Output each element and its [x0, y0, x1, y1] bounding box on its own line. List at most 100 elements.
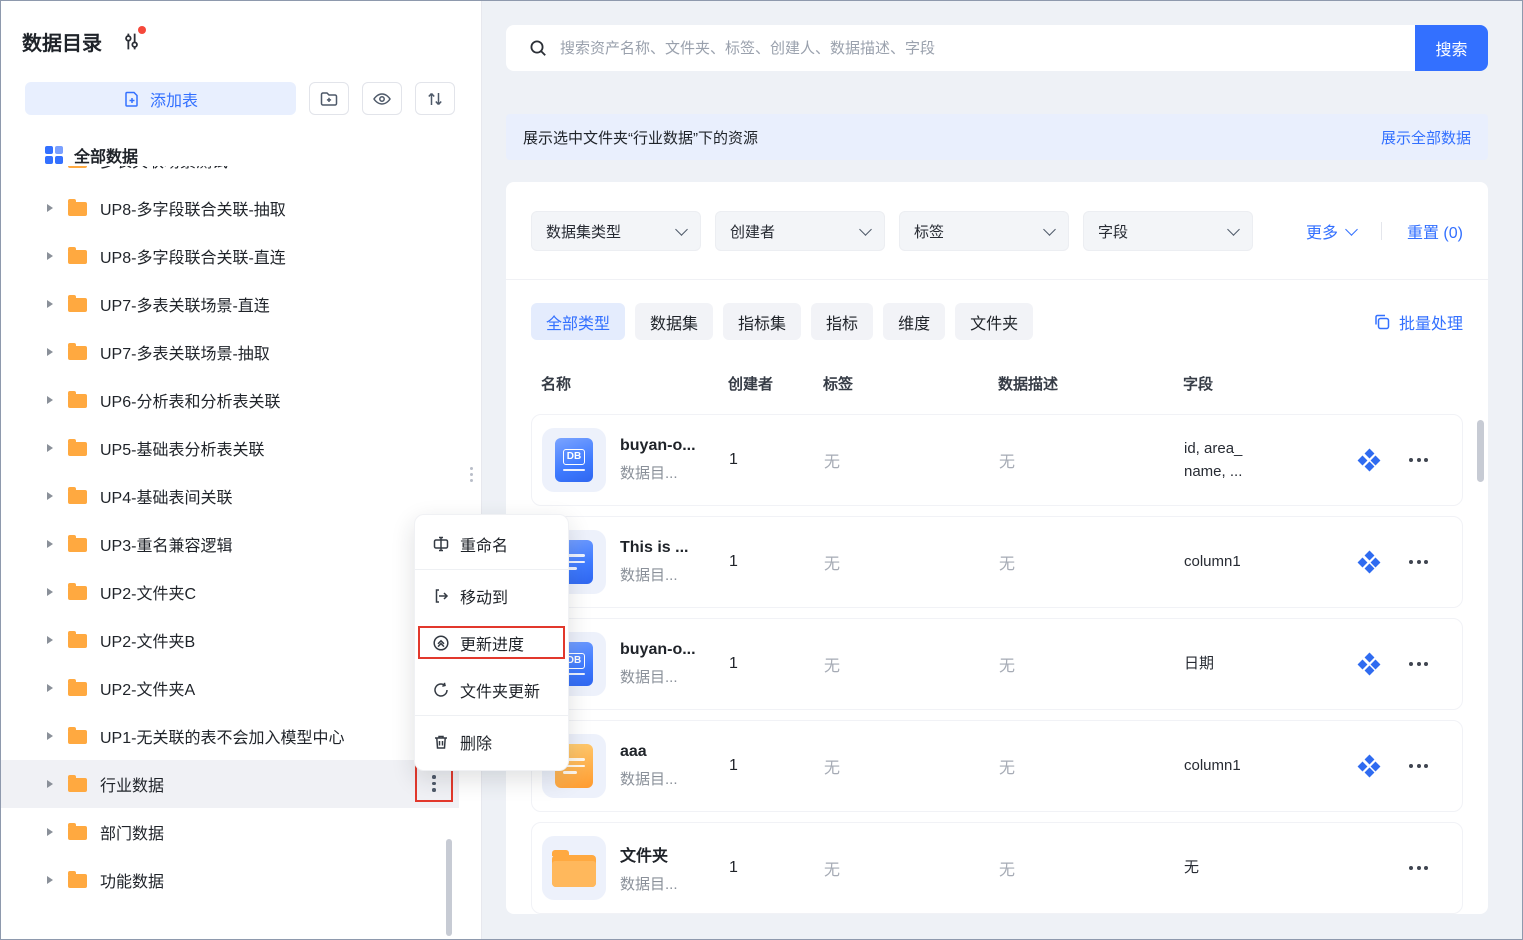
chevron-right-icon[interactable] [47, 876, 53, 884]
fields-cell: column1 [1184, 757, 1241, 775]
chevron-right-icon[interactable] [47, 444, 53, 452]
folder-asset-icon [542, 836, 606, 900]
table-row[interactable]: DB buyan-o... 数据目... 1 无 无 日期 [531, 618, 1463, 710]
sidebar-folder[interactable]: UP2-文件夹B [1, 616, 459, 664]
row-more-button[interactable] [1407, 452, 1462, 468]
tab-folder[interactable]: 文件夹 [955, 303, 1034, 340]
sort-button[interactable] [415, 82, 455, 115]
chevron-right-icon[interactable] [47, 684, 53, 692]
sidebar-folder[interactable]: UP3-重名兼容逻辑 [1, 520, 459, 568]
fields-cell: column1 [1184, 553, 1241, 571]
chevron-right-icon[interactable] [47, 588, 53, 596]
sidebar-folder[interactable]: UP7-多表关联场景-抽取 [1, 328, 459, 376]
visibility-button[interactable] [362, 82, 402, 115]
sidebar-folder[interactable]: UP6-分析表和分析表关联 [1, 376, 459, 424]
add-table-label: 添加表 [149, 92, 198, 110]
sidebar-folder-clipped[interactable]: 多表关联场景测试 [1, 166, 459, 184]
sidebar-folder[interactable]: UP5-基础表分析表关联 [1, 424, 459, 472]
row-more-button[interactable] [1407, 656, 1462, 672]
table-row[interactable]: This is ... 数据目... 1 无 无 column1 [531, 516, 1463, 608]
show-all-data-link[interactable]: 展示全部数据 [1381, 127, 1471, 148]
sidebar-folder[interactable]: UP8-多字段联合关联-直连 [1, 232, 459, 280]
chevron-down-icon [859, 222, 872, 236]
tab-dataset[interactable]: 数据集 [635, 303, 714, 340]
menu-item-label: 文件夹更新 [460, 683, 541, 701]
row-more-button[interactable] [1407, 554, 1462, 570]
dropdown-label: 数据集类型 [546, 223, 622, 241]
chevron-right-icon[interactable] [47, 300, 53, 308]
sidebar-folder[interactable]: UP1-无关联的表不会加入模型中心 [1, 712, 459, 760]
list-scrollbar[interactable] [1477, 420, 1484, 482]
diamond-icon[interactable] [1357, 550, 1381, 574]
dataset-type-dropdown[interactable]: 数据集类型 [531, 211, 701, 251]
more-filters-link[interactable]: 更多 [1306, 219, 1358, 243]
sidebar-item-all-data[interactable]: 全部数据 [45, 144, 445, 166]
folder-label: UP2-文件夹A [100, 682, 196, 699]
sidebar-folder[interactable]: 部门数据 [1, 808, 459, 856]
folder-label: UP3-重名兼容逻辑 [100, 538, 233, 555]
divider [1380, 222, 1382, 240]
sidebar-folder[interactable]: UP8-多字段联合关联-抽取 [1, 184, 459, 232]
menu-item-folder-refresh[interactable]: 文件夹更新 [415, 666, 568, 713]
field-dropdown[interactable]: 字段 [1083, 211, 1253, 251]
folder-icon [68, 247, 87, 264]
new-folder-button[interactable] [309, 82, 349, 115]
search-button[interactable]: 搜索 [1415, 25, 1488, 71]
sidebar-folder[interactable]: UP2-文件夹A [1, 664, 459, 712]
header-description: 数据描述 [998, 375, 1059, 393]
tab-all-types[interactable]: 全部类型 [531, 303, 626, 340]
tab-metric[interactable]: 指标 [811, 303, 874, 340]
table-row[interactable]: aaa 数据目... 1 无 无 column1 [531, 720, 1463, 812]
chevron-right-icon[interactable] [47, 780, 53, 788]
add-table-button[interactable]: 添加表 [25, 82, 296, 115]
sidebar-header: 数据目录 [22, 25, 146, 56]
chevron-right-icon[interactable] [47, 732, 53, 740]
asset-name: buyan-o... [620, 641, 696, 658]
chevron-right-icon[interactable] [47, 828, 53, 836]
creator-dropdown[interactable]: 创建者 [715, 211, 885, 251]
table-row[interactable]: DB buyan-o... 数据目... 1 无 无 id, area_ nam… [531, 414, 1463, 506]
search-icon [528, 38, 548, 58]
menu-item-rename[interactable]: 重命名 [415, 520, 568, 567]
diamond-icon[interactable] [1357, 652, 1381, 676]
menu-item-move-to[interactable]: 移动到 [415, 572, 568, 619]
sidebar-folder-selected[interactable]: 行业数据 [1, 760, 459, 808]
chevron-right-icon[interactable] [47, 252, 53, 260]
menu-item-delete[interactable]: 删除 [415, 718, 568, 765]
tag-dropdown[interactable]: 标签 [899, 211, 1069, 251]
diamond-icon[interactable] [1357, 754, 1381, 778]
sidebar-folder[interactable]: UP7-多表关联场景-直连 [1, 280, 459, 328]
batch-label: 批量处理 [1398, 315, 1463, 333]
app-window: 数据目录 添加表 全部数据 UP8-多字段联合关联-抽取 UP8-多字段联合关联… [0, 0, 1523, 940]
chevron-right-icon[interactable] [47, 540, 53, 548]
panel-resize-handle[interactable] [470, 467, 473, 482]
sidebar-folder[interactable]: UP2-文件夹C [1, 568, 459, 616]
search-bar: 搜索 [506, 25, 1488, 71]
menu-item-update-progress[interactable]: 更新进度 [418, 626, 565, 659]
chevron-right-icon[interactable] [47, 204, 53, 212]
chevron-right-icon[interactable] [47, 492, 53, 500]
tab-dimension[interactable]: 维度 [883, 303, 946, 340]
sidebar-folder[interactable]: 功能数据 [1, 856, 459, 904]
dropdown-label: 创建者 [730, 223, 776, 241]
folder-label: UP4-基础表间关联 [100, 490, 233, 507]
batch-process-button[interactable]: 批量处理 [1373, 310, 1463, 334]
row-more-button[interactable] [1407, 758, 1462, 774]
chevron-right-icon[interactable] [47, 348, 53, 356]
folder-label: 部门数据 [100, 826, 165, 843]
chevron-right-icon[interactable] [47, 636, 53, 644]
row-more-button[interactable] [1407, 860, 1462, 876]
search-input[interactable] [548, 39, 1415, 57]
sidebar-folder[interactable]: UP4-基础表间关联 [1, 472, 459, 520]
table-row[interactable]: 文件夹 数据目... 1 无 无 无 [531, 822, 1463, 914]
reset-filters-link[interactable]: 重置 (0) [1407, 219, 1463, 243]
notification-dot [138, 25, 146, 34]
sidebar-scrollbar[interactable] [446, 839, 452, 936]
chevron-right-icon[interactable] [47, 396, 53, 404]
tab-metric-set[interactable]: 指标集 [723, 303, 802, 340]
tag-cell: 无 [824, 556, 841, 573]
fields-cell: 日期 [1184, 655, 1215, 673]
folder-label: UP7-多表关联场景-直连 [100, 298, 270, 315]
catalog-settings-button[interactable] [120, 25, 146, 53]
diamond-icon[interactable] [1357, 448, 1381, 472]
